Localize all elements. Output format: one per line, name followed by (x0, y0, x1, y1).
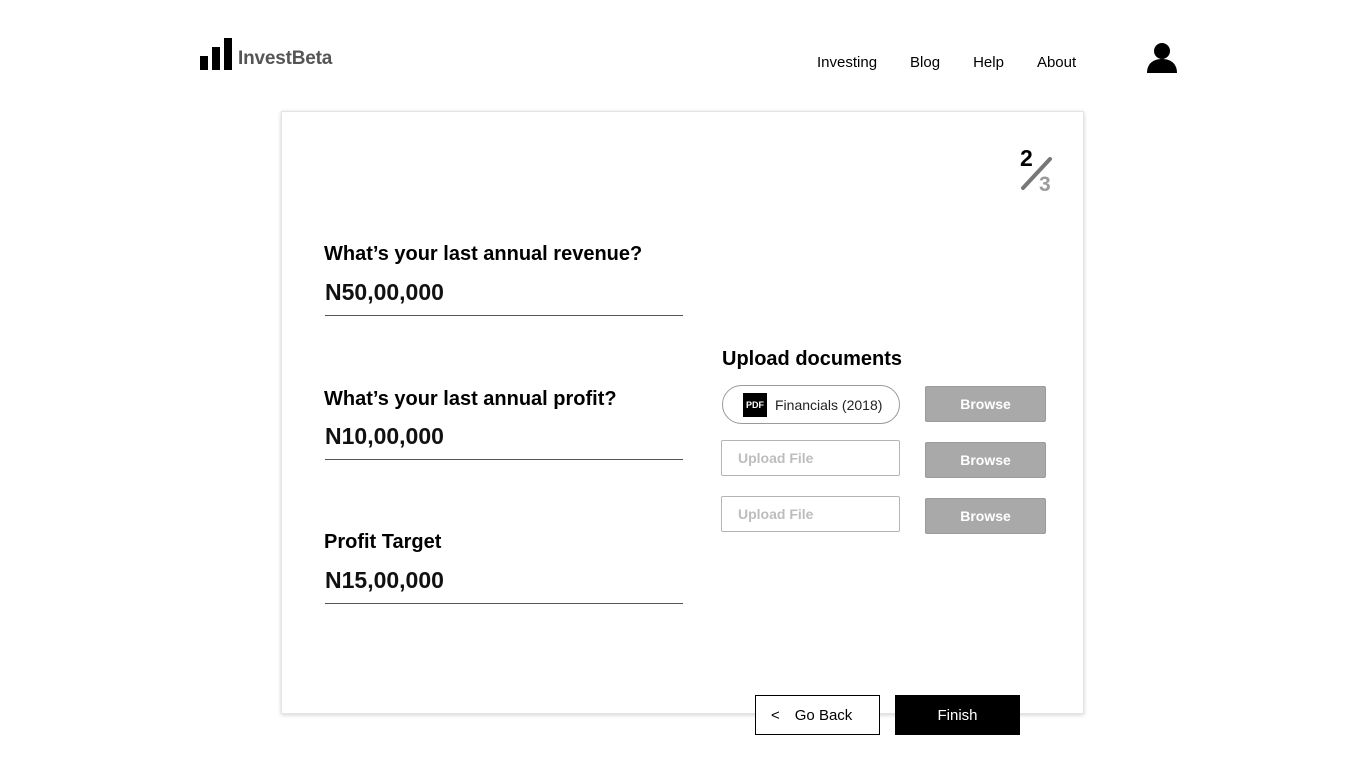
bar-chart-icon (200, 38, 232, 70)
profit-input[interactable]: N10,00,000 (325, 423, 444, 450)
nav-item-investing[interactable]: Investing (817, 53, 877, 73)
browse-button-1[interactable]: Browse (925, 386, 1046, 422)
upload-title: Upload documents (722, 348, 903, 370)
nav-item-blog[interactable]: Blog (910, 53, 940, 73)
pdf-icon: PDF (743, 392, 767, 417)
logo[interactable]: InvestBeta (200, 36, 332, 70)
finish-button[interactable]: Finish (895, 695, 1020, 735)
profit-target-underline (325, 603, 683, 604)
nav-item-help[interactable]: Help (973, 53, 1004, 73)
profit-label: What’s your last annual profit? (324, 388, 617, 410)
file-name: Financials (2018) (775, 396, 883, 413)
browse-button-2[interactable]: Browse (925, 442, 1046, 478)
nav-item-about[interactable]: About (1037, 53, 1076, 73)
upload-file-input-2[interactable] (721, 440, 900, 476)
profit-target-label: Profit Target (324, 531, 442, 553)
step-indicator: 2 3 (1017, 143, 1059, 199)
profit-target-input[interactable]: N15,00,000 (325, 567, 444, 594)
go-back-button[interactable]: < Go Back (755, 695, 880, 735)
uploaded-file[interactable]: PDF Financials (2018) (722, 385, 900, 424)
logo-text: InvestBeta (238, 48, 333, 69)
user-icon[interactable] (1145, 42, 1179, 74)
revenue-label: What’s your last annual revenue? (324, 243, 643, 265)
upload-file-input-3[interactable] (721, 496, 900, 532)
browse-button-3[interactable]: Browse (925, 498, 1046, 534)
page: InvestBeta Investing Blog Help About 2 3… (0, 0, 1366, 768)
go-back-label: Go Back (794, 706, 853, 724)
revenue-input[interactable]: N50,00,000 (325, 279, 444, 306)
main-nav: Investing Blog Help About (817, 53, 1076, 73)
step-total: 3 (1039, 173, 1051, 196)
profit-underline (325, 459, 683, 460)
chevron-left-icon: < (771, 706, 780, 724)
revenue-underline (325, 315, 683, 316)
